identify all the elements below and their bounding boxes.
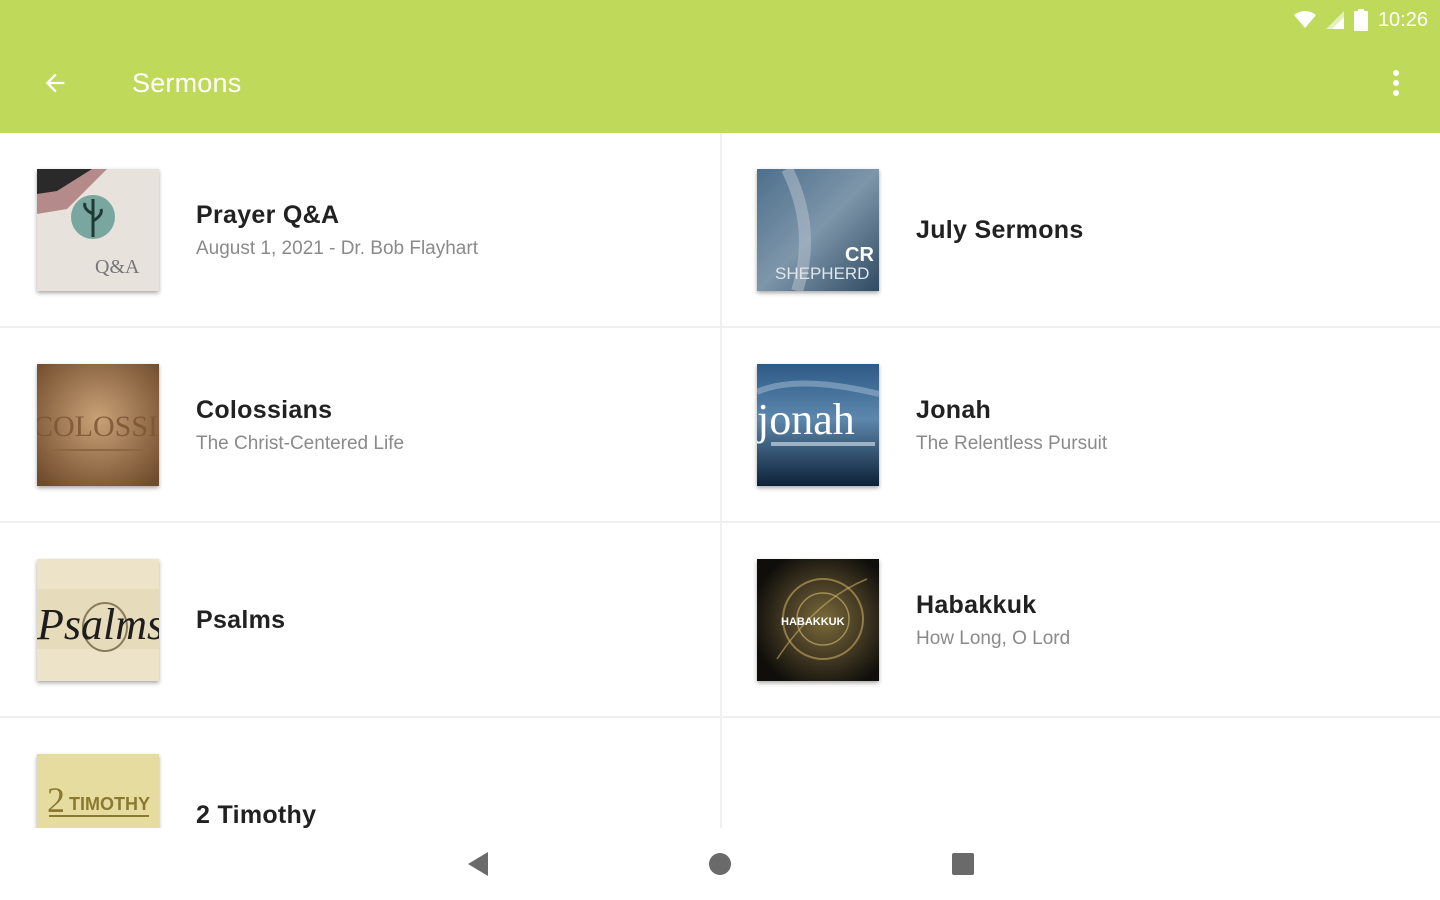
battery-icon — [1353, 9, 1368, 31]
recents-square-icon — [952, 853, 974, 875]
thumb-text: CR — [845, 244, 874, 266]
status-bar: 10:26 — [1293, 6, 1428, 34]
series-thumbnail: 2 TIMOTHY — [37, 754, 159, 828]
series-thumbnail: Psalms — [37, 559, 159, 681]
series-subtitle: The Relentless Pursuit — [916, 432, 1108, 454]
page-title: Sermons — [132, 68, 242, 98]
app-bar: 10:26 Sermons — [0, 0, 1440, 133]
thumb-text: TIMOTHY — [69, 794, 150, 814]
series-title: Colossians — [196, 395, 333, 424]
system-nav-bar — [0, 828, 1440, 900]
nav-back-button[interactable] — [458, 846, 498, 882]
thumb-text: Psalms — [37, 600, 159, 649]
back-button[interactable] — [32, 60, 78, 106]
series-subtitle: How Long, O Lord — [916, 627, 1071, 649]
series-card-prayer-qa[interactable]: Q&A Prayer Q&A August 1, 2021 - Dr. Bob … — [0, 133, 720, 327]
series-title: 2 Timothy — [196, 800, 317, 829]
series-subtitle: The Christ-Centered Life — [196, 432, 405, 454]
signal-icon — [1325, 11, 1344, 29]
thumb-text: HABAKKUK — [781, 616, 845, 628]
status-time: 10:26 — [1377, 8, 1428, 31]
thumb-text: jonah — [757, 395, 855, 444]
series-title: Jonah — [916, 395, 992, 424]
series-title: July Sermons — [916, 215, 1084, 244]
thumb-text-2: SHEPHERD — [775, 264, 869, 283]
column-divider — [720, 133, 722, 828]
thumb-text: Q&A — [95, 256, 140, 278]
back-triangle-icon — [468, 852, 488, 876]
thumb-num: 2 — [47, 780, 65, 820]
overflow-menu-button[interactable] — [1376, 60, 1416, 106]
thumb-text: COLOSSIANS — [37, 410, 159, 443]
series-subtitle: August 1, 2021 - Dr. Bob Flayhart — [196, 237, 478, 259]
home-circle-icon — [709, 853, 731, 875]
series-title: Prayer Q&A — [196, 200, 340, 229]
toolbar: Sermons — [0, 50, 1440, 120]
nav-recents-button[interactable] — [943, 846, 983, 882]
series-card-2-timothy[interactable]: 2 TIMOTHY 2 Timothy — [0, 718, 720, 828]
arrow-left-icon — [45, 73, 65, 93]
series-card-habakkuk[interactable]: HABAKKUK Habakkuk How Long, O Lord — [720, 523, 1440, 717]
series-thumbnail: HABAKKUK — [757, 559, 879, 681]
series-card-psalms[interactable]: Psalms Psalms — [0, 523, 720, 717]
series-card-colossians[interactable]: COLOSSIANS Colossians The Christ-Centere… — [0, 328, 720, 522]
series-card-jonah[interactable]: jonah Jonah The Relentless Pursuit — [720, 328, 1440, 522]
series-card-july-sermons[interactable]: CR SHEPHERD July Sermons — [720, 133, 1440, 327]
nav-home-button[interactable] — [700, 846, 740, 882]
series-title: Habakkuk — [916, 590, 1037, 619]
more-vertical-icon — [1393, 70, 1399, 96]
wifi-icon — [1293, 11, 1316, 29]
series-title: Psalms — [196, 605, 286, 634]
series-thumbnail: COLOSSIANS — [37, 364, 159, 486]
series-thumbnail: jonah — [757, 364, 879, 486]
series-thumbnail: Q&A — [37, 169, 159, 291]
series-thumbnail: CR SHEPHERD — [757, 169, 879, 291]
